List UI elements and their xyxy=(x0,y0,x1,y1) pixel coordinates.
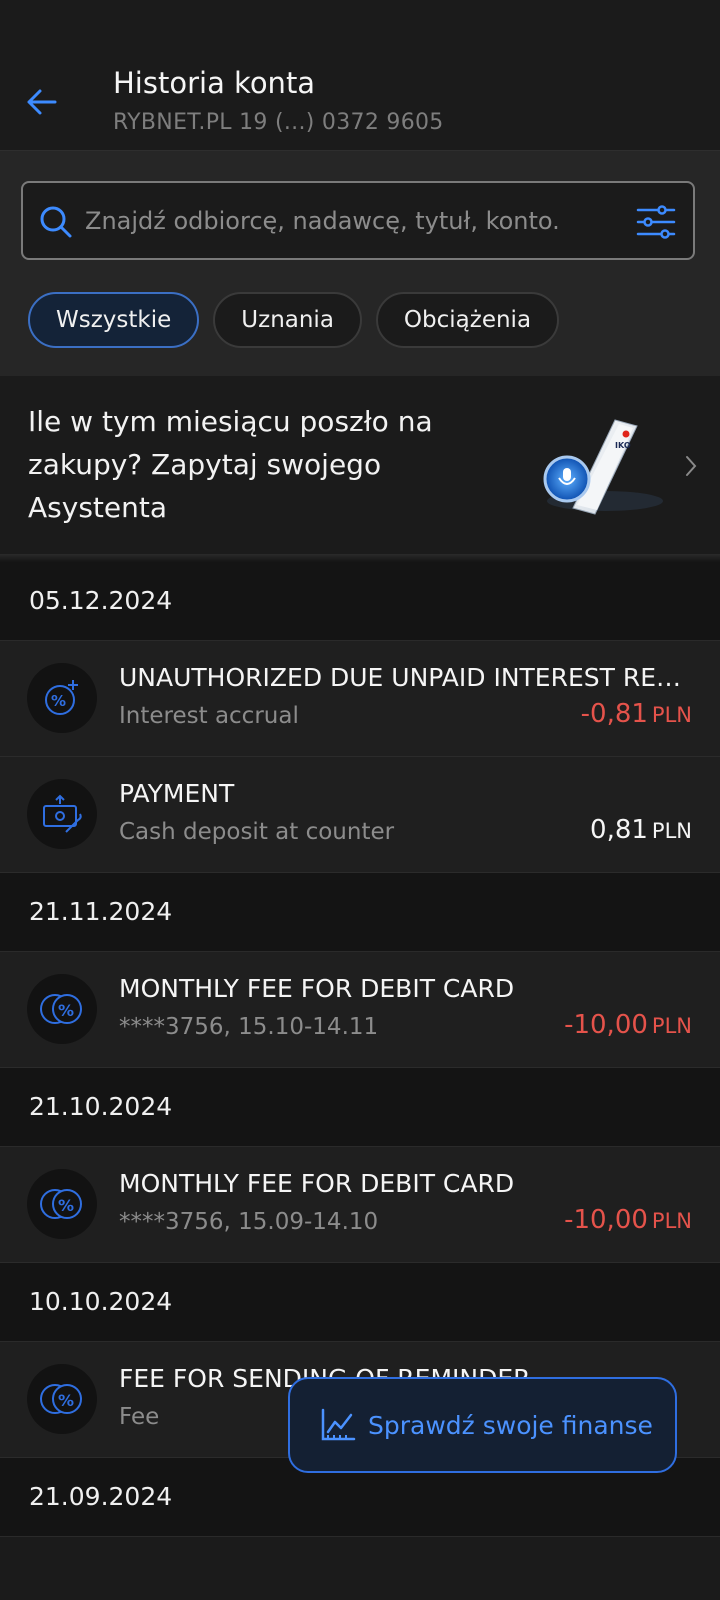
transaction-subtitle: ****3756, 15.10-14.11 xyxy=(119,1014,379,1040)
fee-icon: % xyxy=(27,1364,97,1434)
date-header: 10.10.2024 xyxy=(0,1263,720,1342)
back-button[interactable] xyxy=(20,80,64,124)
account-number: RYBNET.PL 19 (...) 0372 9605 xyxy=(113,110,444,135)
divider xyxy=(0,554,720,562)
assistant-promo-banner[interactable]: Ile w tym miesiącu poszło na zakupy? Zap… xyxy=(0,376,720,554)
svg-text:%: % xyxy=(51,692,66,710)
promo-text: Ile w tym miesiącu poszło na zakupy? Zap… xyxy=(28,405,433,524)
filter-chips: Wszystkie Uznania Obciążenia xyxy=(28,292,560,348)
svg-text:%: % xyxy=(58,1391,74,1410)
transaction-title: PAYMENT xyxy=(119,779,235,808)
amount-value: -10,00 xyxy=(564,1205,648,1235)
transaction-row[interactable]: % UNAUTHORIZED DUE UNPAID INTEREST REPA.… xyxy=(0,641,720,757)
search-icon xyxy=(40,206,72,238)
interest-icon: % xyxy=(27,663,97,733)
transaction-subtitle: Interest accrual xyxy=(119,703,299,729)
phone-assistant-illustration: IKO xyxy=(543,419,663,515)
transaction-subtitle: Fee xyxy=(119,1404,160,1430)
date-label: 05.12.2024 xyxy=(29,586,173,615)
search-filter-area: Wszystkie Uznania Obciążenia xyxy=(0,151,720,376)
transaction-row[interactable]: % MONTHLY FEE FOR DEBIT CARD ****3756, 1… xyxy=(0,952,720,1068)
svg-text:IKO: IKO xyxy=(615,441,631,450)
svg-text:%: % xyxy=(58,1196,74,1215)
date-header: 21.11.2024 xyxy=(0,873,720,952)
amount-currency: PLN xyxy=(651,703,692,727)
amount-currency: PLN xyxy=(651,1014,692,1038)
chip-debits[interactable]: Obciążenia xyxy=(375,292,560,348)
transaction-amount: -10,00 PLN xyxy=(564,1010,692,1040)
check-finances-button[interactable]: Sprawdź swoje finanse xyxy=(288,1377,677,1473)
amount-currency: PLN xyxy=(651,819,692,843)
date-label: 21.11.2024 xyxy=(29,897,173,926)
page-title: Historia konta xyxy=(113,66,316,100)
chip-credits[interactable]: Uznania xyxy=(213,292,362,348)
date-label: 21.10.2024 xyxy=(29,1092,173,1121)
status-bar xyxy=(0,0,720,56)
chip-all[interactable]: Wszystkie xyxy=(28,292,200,348)
check-finances-label: Sprawdź swoje finanse xyxy=(368,1410,653,1440)
fee-icon: % xyxy=(27,974,97,1044)
search-box[interactable] xyxy=(21,181,695,260)
amount-currency: PLN xyxy=(651,1209,692,1233)
transaction-title: MONTHLY FEE FOR DEBIT CARD xyxy=(119,974,515,1003)
date-label: 21.09.2024 xyxy=(29,1482,173,1511)
transaction-amount: 0,81 PLN xyxy=(590,815,692,845)
amount-value: 0,81 xyxy=(590,815,648,845)
svg-text:%: % xyxy=(58,1001,74,1020)
fee-icon: % xyxy=(27,1169,97,1239)
date-label: 10.10.2024 xyxy=(29,1287,173,1316)
transaction-title: UNAUTHORIZED DUE UNPAID INTEREST REPA... xyxy=(119,663,694,692)
transaction-subtitle: ****3756, 15.09-14.10 xyxy=(119,1209,379,1235)
transaction-amount: -10,00 PLN xyxy=(564,1205,692,1235)
chevron-right-icon xyxy=(686,456,697,476)
date-header: 05.12.2024 xyxy=(0,562,720,641)
date-header: 21.10.2024 xyxy=(0,1068,720,1147)
transaction-row[interactable]: % MONTHLY FEE FOR DEBIT CARD ****3756, 1… xyxy=(0,1147,720,1263)
transaction-row[interactable]: PAYMENT Cash deposit at counter 0,81 PLN xyxy=(0,757,720,873)
search-input[interactable] xyxy=(85,183,635,258)
transaction-title: MONTHLY FEE FOR DEBIT CARD xyxy=(119,1169,515,1198)
amount-value: -0,81 xyxy=(580,699,648,729)
cash-deposit-icon xyxy=(27,779,97,849)
filter-sliders-icon[interactable] xyxy=(635,201,677,243)
amount-value: -10,00 xyxy=(564,1010,648,1040)
transaction-amount: -0,81 PLN xyxy=(581,699,692,729)
app-header: Historia konta RYBNET.PL 19 (...) 0372 9… xyxy=(0,56,720,151)
arrow-left-icon xyxy=(27,89,57,115)
chart-icon xyxy=(321,1408,356,1441)
transaction-subtitle: Cash deposit at counter xyxy=(119,819,395,845)
